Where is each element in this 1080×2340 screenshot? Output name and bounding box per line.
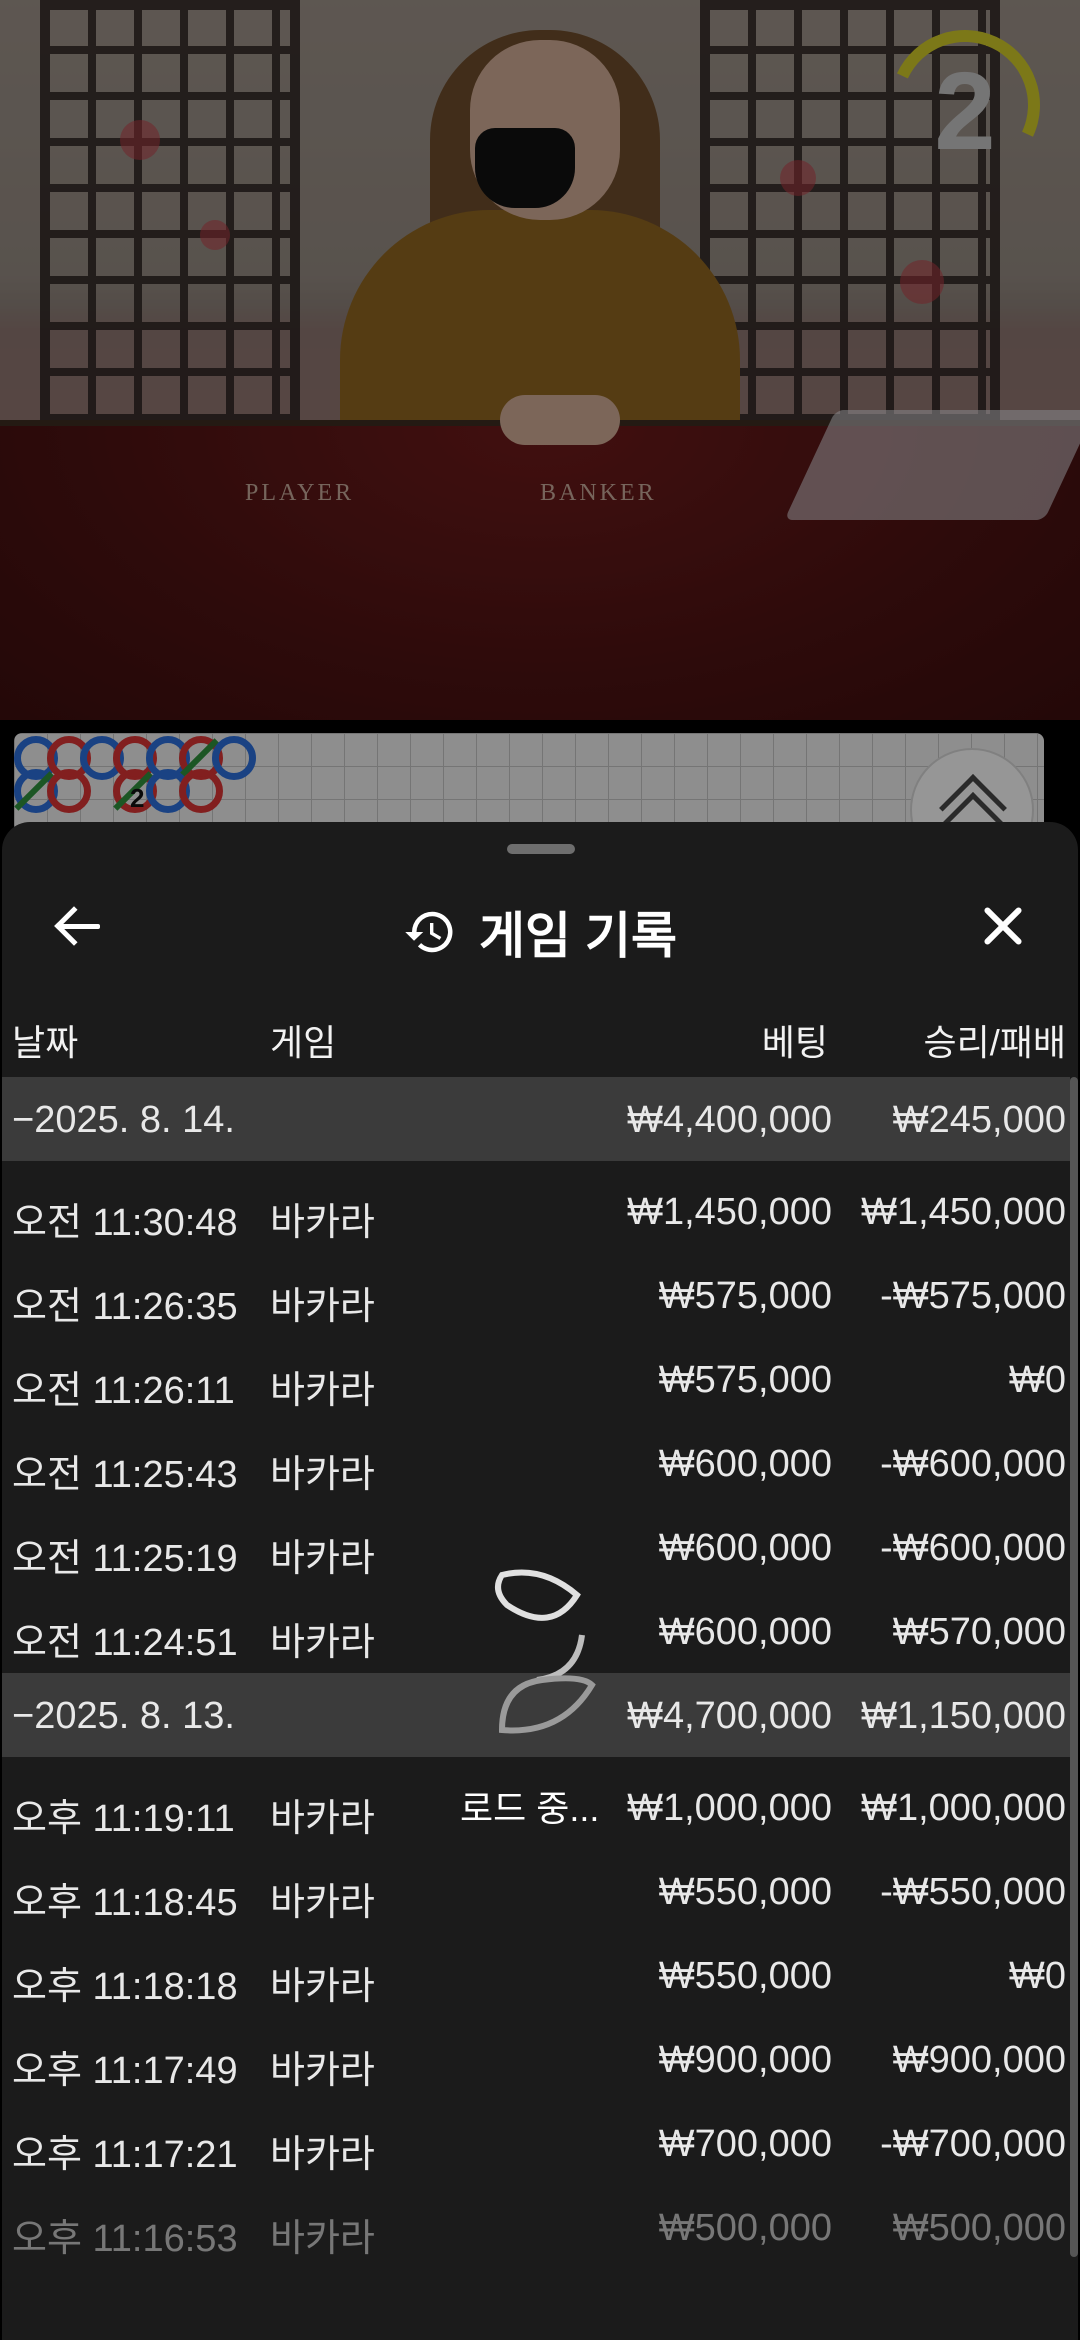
table-row[interactable]: 오전 11:25:43 바카라 ₩600,000 -₩600,000 [2, 1421, 1070, 1505]
row-time: 오후 11:19:11 [12, 1798, 235, 1840]
date-group-row[interactable]: −2025. 8. 14. ₩4,400,000 ₩245,000 [2, 1077, 1070, 1161]
row-time: 오후 11:18:18 [12, 1966, 238, 2008]
table-row[interactable]: 오전 11:26:11 바카라 ₩575,000 ₩0 [2, 1337, 1070, 1421]
loading-spinner-icon [495, 1569, 596, 1734]
group-bet-total: ₩4,700,000 [627, 1695, 832, 1737]
row-time: 오전 11:30:48 [12, 1202, 238, 1244]
loading-indicator: 로드 중... [440, 1565, 620, 1829]
group-result-total: ₩1,150,000 [861, 1695, 1066, 1737]
table-row[interactable]: 오전 11:30:48 바카라 ₩1,450,000 ₩1,450,000 [2, 1169, 1070, 1253]
row-bet: ₩600,000 [658, 1443, 832, 1485]
row-bet: ₩1,450,000 [627, 1191, 832, 1233]
row-result: -₩700,000 [880, 2123, 1066, 2165]
row-game: 바카라 [270, 1538, 375, 1580]
table-row[interactable]: 오후 11:17:21 바카라 ₩700,000 -₩700,000 [2, 2101, 1070, 2185]
row-time: 오전 11:24:51 [12, 1622, 238, 1664]
column-game: 게임 [270, 1022, 337, 1063]
row-bet: ₩700,000 [658, 2123, 832, 2165]
row-game: 바카라 [270, 1454, 375, 1496]
table-row[interactable]: 오후 11:17:49 바카라 ₩900,000 ₩900,000 [2, 2017, 1070, 2101]
row-time: 오후 11:18:45 [12, 1882, 238, 1924]
row-bet: ₩550,000 [658, 1955, 832, 1997]
row-game: 바카라 [270, 1798, 375, 1840]
row-time: 오후 11:17:21 [12, 2134, 238, 2176]
row-result: ₩1,000,000 [861, 1787, 1066, 1829]
row-bet: ₩575,000 [658, 1359, 832, 1401]
row-time: 오후 11:17:49 [12, 2050, 238, 2092]
group-bet-total: ₩4,400,000 [627, 1099, 832, 1141]
history-clock-icon [405, 911, 453, 953]
row-bet: ₩500,000 [658, 2207, 832, 2249]
column-result: 승리/패배 [923, 1022, 1066, 1063]
row-result: -₩600,000 [880, 1443, 1066, 1485]
group-date: −2025. 8. 14. [12, 1099, 235, 1141]
row-game: 바카라 [270, 1286, 375, 1328]
row-game: 바카라 [270, 2134, 375, 2176]
row-result: ₩0 [1009, 1359, 1066, 1401]
row-result: ₩0 [1009, 1955, 1066, 1997]
row-game: 바카라 [270, 1202, 375, 1244]
row-time: 오전 11:25:43 [12, 1454, 238, 1496]
table-row[interactable]: 오후 11:16:53 바카라 ₩500,000 ₩500,000 [2, 2185, 1070, 2269]
row-result: -₩550,000 [880, 1871, 1066, 1913]
group-result-total: ₩245,000 [892, 1099, 1066, 1141]
table-row[interactable]: 오후 11:18:18 바카라 ₩550,000 ₩0 [2, 1933, 1070, 2017]
sheet-title: 게임 기록 [479, 908, 677, 964]
row-time: 오전 11:26:35 [12, 1286, 238, 1328]
sheet-header: 게임 기록 [2, 874, 1078, 974]
row-game: 바카라 [270, 1622, 375, 1664]
column-date: 날짜 [12, 1022, 79, 1063]
row-time: 오전 11:25:19 [12, 1538, 238, 1580]
row-result: -₩600,000 [880, 1527, 1066, 1569]
row-result: -₩575,000 [880, 1275, 1066, 1317]
row-game: 바카라 [270, 1882, 375, 1924]
row-bet: ₩1,000,000 [627, 1787, 832, 1829]
row-game: 바카라 [270, 2218, 375, 2260]
row-bet: ₩600,000 [658, 1611, 832, 1653]
table-row[interactable]: 오전 11:26:35 바카라 ₩575,000 -₩575,000 [2, 1253, 1070, 1337]
row-time: 오후 11:16:53 [12, 2218, 238, 2260]
sheet-drag-handle[interactable] [507, 844, 575, 854]
history-table-header: 날짜 게임 베팅 승리/패배 [2, 1000, 1078, 1070]
group-date: −2025. 8. 13. [12, 1695, 235, 1737]
row-bet: ₩900,000 [658, 2039, 832, 2081]
sheet-title-group: 게임 기록 [2, 896, 1078, 968]
row-result: ₩1,450,000 [861, 1191, 1066, 1233]
row-game: 바카라 [270, 1966, 375, 2008]
column-bet: 베팅 [761, 1022, 828, 1063]
row-time: 오전 11:26:11 [12, 1370, 235, 1412]
row-bet: ₩575,000 [658, 1275, 832, 1317]
loading-text: 로드 중... [460, 1788, 600, 1829]
table-row[interactable]: 오후 11:18:45 바카라 ₩550,000 -₩550,000 [2, 1849, 1070, 1933]
row-bet: ₩600,000 [658, 1527, 832, 1569]
history-scrollbar[interactable] [1070, 1077, 1078, 2257]
row-bet: ₩550,000 [658, 1871, 832, 1913]
close-button[interactable] [972, 896, 1032, 956]
row-result: ₩500,000 [892, 2207, 1066, 2249]
row-game: 바카라 [270, 2050, 375, 2092]
row-result: ₩570,000 [892, 1611, 1066, 1653]
row-game: 바카라 [270, 1370, 375, 1412]
row-result: ₩900,000 [892, 2039, 1066, 2081]
